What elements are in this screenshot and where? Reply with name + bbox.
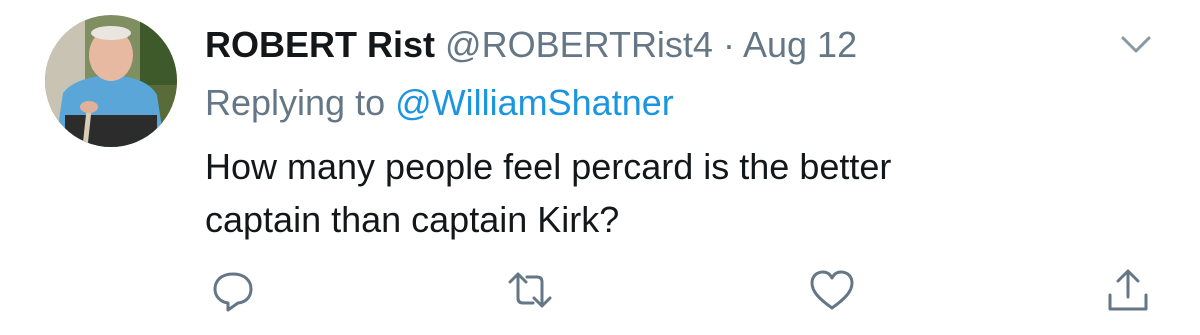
reply-icon[interactable]: [208, 265, 258, 315]
separator-dot: ·: [722, 24, 735, 65]
tweet-text: How many people feel percard is the bett…: [205, 140, 1105, 246]
replying-to: Replying to @WilliamShatner: [205, 80, 674, 126]
avatar-photo: [45, 15, 177, 147]
tweet[interactable]: ROBERT Rist @ROBERTRist4 · Aug 12 Replyi…: [0, 0, 1200, 335]
replying-prefix: Replying to: [205, 82, 386, 123]
action-bar: [0, 265, 1200, 325]
share-icon[interactable]: [1103, 265, 1153, 315]
author-handle[interactable]: @ROBERTRist4: [445, 24, 713, 65]
tweet-text-line: How many people feel percard is the bett…: [205, 146, 892, 187]
avatar[interactable]: [45, 15, 177, 147]
chevron-down-icon[interactable]: [1118, 32, 1154, 58]
retweet-icon[interactable]: [505, 265, 555, 315]
author-name[interactable]: ROBERT Rist: [205, 24, 435, 65]
reply-mention-link[interactable]: @WilliamShatner: [395, 82, 674, 123]
tweet-header: ROBERT Rist @ROBERTRist4 · Aug 12: [205, 22, 857, 68]
heart-icon[interactable]: [807, 265, 857, 315]
tweet-date[interactable]: Aug 12: [743, 24, 857, 65]
tweet-text-line: captain than captain Kirk?: [205, 199, 620, 240]
